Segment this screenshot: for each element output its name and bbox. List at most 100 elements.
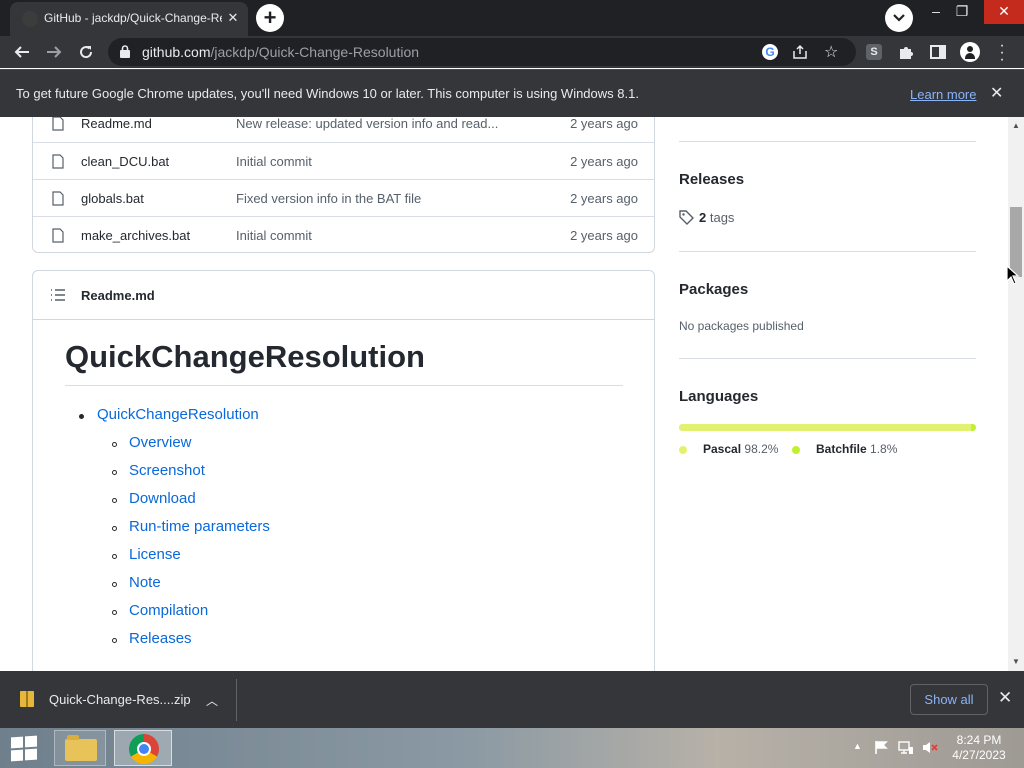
windows-start-icon[interactable] <box>8 734 40 762</box>
languages-heading: Languages <box>679 388 759 405</box>
reload-icon <box>80 46 93 59</box>
show-all-button[interactable]: Show all <box>910 684 988 715</box>
readme-panel: Readme.md QuickChangeResolution QuickCha… <box>32 270 655 671</box>
file-icon <box>52 191 64 206</box>
commit-age: 2 years ago <box>570 228 638 243</box>
language-percent: 1.8% <box>870 442 898 456</box>
chevron-up-icon[interactable]: ︿ <box>206 692 218 709</box>
file-name[interactable]: Readme.md <box>81 117 152 131</box>
toc-bullet <box>79 414 84 419</box>
file-row[interactable]: Readme.md New release: updated version i… <box>33 117 654 142</box>
commit-message[interactable]: Fixed version info in the BAT file <box>236 191 421 206</box>
language-bar-segment <box>679 424 971 431</box>
window-close-button[interactable]: ✕ <box>984 0 1024 24</box>
file-icon <box>52 154 64 169</box>
packages-empty-text: No packages published <box>679 319 804 333</box>
scroll-up-arrow-icon[interactable]: ▲ <box>1012 121 1020 130</box>
infobar-close-icon[interactable]: ✕ <box>990 83 1003 103</box>
mouse-cursor-icon <box>1006 265 1020 285</box>
page-scrollbar[interactable]: ▲ ▼ <box>1008 117 1024 671</box>
taskbar-clock[interactable]: 8:24 PM 4/27/2023 <box>946 733 1012 763</box>
scroll-down-arrow-icon[interactable]: ▼ <box>1012 657 1020 666</box>
language-name: Batchfile <box>816 442 867 456</box>
language-name: Pascal <box>703 442 742 456</box>
bookmark-star-icon[interactable]: ☆ <box>824 42 838 62</box>
file-row[interactable]: clean_DCU.bat Initial commit 2 years ago <box>33 142 654 179</box>
readme-title: QuickChangeResolution <box>65 339 623 386</box>
toc-link[interactable]: Run-time parameters <box>129 518 270 535</box>
chrome-taskbar-button[interactable] <box>114 730 172 766</box>
toc-link[interactable]: License <box>129 546 181 563</box>
file-row[interactable]: globals.bat Fixed version info in the BA… <box>33 179 654 216</box>
commit-age: 2 years ago <box>570 154 638 169</box>
toc-bullet <box>112 470 117 475</box>
tab-strip: GitHub - jackdp/Quick-Change-Resolution … <box>0 0 1024 36</box>
toc-link[interactable]: Download <box>129 490 196 507</box>
tab-search-button[interactable] <box>885 4 913 32</box>
url-text: github.com/jackdp/Quick-Change-Resolutio… <box>142 44 420 60</box>
file-name[interactable]: clean_DCU.bat <box>81 154 169 169</box>
toc-bullet <box>112 526 117 531</box>
profile-avatar[interactable] <box>960 42 980 62</box>
lock-icon[interactable] <box>120 45 130 58</box>
commit-message[interactable]: Initial commit <box>236 154 312 169</box>
extensions-puzzle-icon[interactable] <box>898 44 914 60</box>
arrow-right-icon <box>47 46 62 58</box>
toc-link[interactable]: Compilation <box>129 602 208 619</box>
learn-more-link[interactable]: Learn more <box>910 87 976 102</box>
browser-tab[interactable]: GitHub - jackdp/Quick-Change-Resolution … <box>10 2 248 36</box>
download-separator <box>236 679 237 721</box>
chevron-down-icon <box>893 14 905 22</box>
releases-heading[interactable]: Releases <box>679 171 744 188</box>
network-icon[interactable] <box>898 740 914 755</box>
sidebar-divider <box>679 251 976 252</box>
toc-link[interactable]: Releases <box>129 630 192 647</box>
toc-link-main[interactable]: QuickChangeResolution <box>97 406 259 423</box>
file-explorer-taskbar-button[interactable] <box>54 730 106 766</box>
browser-toolbar: github.com/jackdp/Quick-Change-Resolutio… <box>0 36 1024 68</box>
new-tab-button[interactable]: + <box>256 4 284 32</box>
file-name[interactable]: make_archives.bat <box>81 228 190 243</box>
update-infobar: To get future Google Chrome updates, you… <box>0 69 1024 117</box>
speaker-muted-icon[interactable] <box>922 740 938 755</box>
file-name[interactable]: globals.bat <box>81 191 144 206</box>
toc-bullet <box>112 610 117 615</box>
menu-dots-icon[interactable]: · · · <box>996 38 1008 68</box>
language-percent: 98.2% <box>744 442 779 456</box>
action-center-flag-icon[interactable] <box>874 740 888 755</box>
sidebar-divider <box>679 358 976 359</box>
commit-message[interactable]: Initial commit <box>236 228 312 243</box>
profile-body <box>965 53 975 59</box>
commit-age: 2 years ago <box>570 117 638 131</box>
download-filename[interactable]: Quick-Change-Res....zip <box>49 692 191 707</box>
file-row[interactable]: make_archives.bat Initial commit 2 years… <box>33 216 654 253</box>
page-content: Readme.md New release: updated version i… <box>0 117 1008 671</box>
tray-expand-icon[interactable]: ▲ <box>853 741 862 751</box>
download-shelf-close-icon[interactable]: ✕ <box>998 688 1012 708</box>
readme-filename[interactable]: Readme.md <box>81 288 155 303</box>
share-icon[interactable] <box>792 44 808 60</box>
windows-taskbar: ▲ 8:24 PM 4/27/2023 <box>0 728 1024 768</box>
toc-link[interactable]: Screenshot <box>129 462 205 479</box>
toc-link[interactable]: Note <box>129 574 161 591</box>
window-restore-button[interactable]: ❐ <box>946 0 978 24</box>
infobar-message: To get future Google Chrome updates, you… <box>16 86 639 101</box>
toc-bullet <box>112 554 117 559</box>
tag-icon <box>679 210 694 225</box>
file-list: Readme.md New release: updated version i… <box>32 117 655 253</box>
address-bar[interactable]: github.com/jackdp/Quick-Change-Resolutio… <box>108 38 856 66</box>
side-panel-icon[interactable] <box>930 44 946 60</box>
reload-button[interactable] <box>74 40 98 64</box>
google-lens-icon[interactable]: G <box>762 44 778 60</box>
list-icon[interactable] <box>50 288 66 302</box>
commit-message[interactable]: New release: updated version info and re… <box>236 117 498 131</box>
tab-close-icon[interactable]: ✕ <box>224 9 242 27</box>
language-dot <box>792 446 800 454</box>
back-button[interactable] <box>10 40 34 64</box>
toc-link[interactable]: Overview <box>129 434 192 451</box>
packages-heading[interactable]: Packages <box>679 281 748 298</box>
extension-s-icon[interactable]: S <box>866 44 882 60</box>
forward-button[interactable] <box>42 40 66 64</box>
language-bar <box>679 424 976 431</box>
toc-bullet <box>112 442 117 447</box>
